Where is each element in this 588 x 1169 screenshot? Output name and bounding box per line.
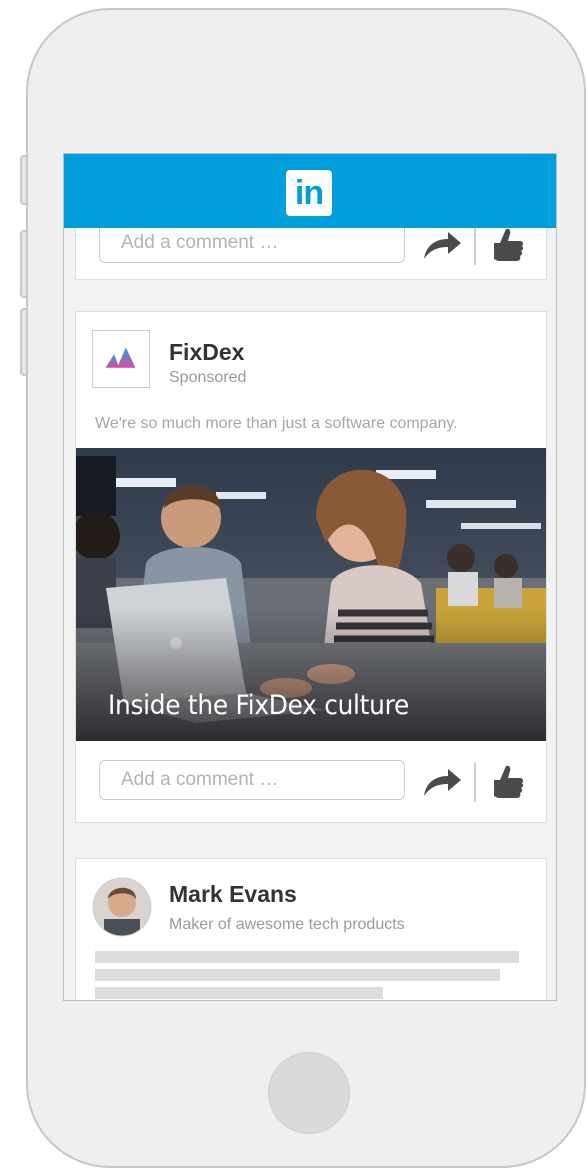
app-header: in bbox=[64, 154, 556, 228]
fixdex-logo-icon bbox=[105, 347, 136, 368]
post-author-name[interactable]: FixDex bbox=[169, 339, 244, 366]
home-button[interactable] bbox=[268, 1052, 350, 1134]
share-icon[interactable] bbox=[422, 766, 462, 798]
placeholder-text-line bbox=[95, 969, 500, 981]
action-divider bbox=[474, 225, 476, 265]
post-subtitle: Maker of awesome tech products bbox=[169, 916, 405, 933]
placeholder-text-line bbox=[95, 987, 383, 999]
avatar[interactable] bbox=[92, 877, 152, 937]
comment-row: Add a comment … bbox=[76, 756, 546, 806]
placeholder-text-line bbox=[95, 951, 519, 963]
like-icon[interactable] bbox=[486, 762, 526, 802]
post-subtitle: Sponsored bbox=[169, 369, 247, 386]
post-text: We're so much more than just a software … bbox=[95, 415, 458, 432]
like-icon[interactable] bbox=[486, 225, 526, 265]
comment-input[interactable]: Add a comment … bbox=[99, 760, 405, 800]
feed-card-sponsored: FixDex Sponsored We're so much more than… bbox=[75, 311, 547, 823]
linkedin-logo-icon[interactable]: in bbox=[286, 170, 332, 216]
feed-card-person: Mark Evans Maker of awesome tech product… bbox=[75, 858, 547, 1000]
comment-input[interactable]: Add a comment … bbox=[99, 223, 405, 263]
post-author-name[interactable]: Mark Evans bbox=[169, 881, 297, 908]
post-image[interactable]: Inside the FixDex culture bbox=[76, 448, 546, 741]
share-icon[interactable] bbox=[422, 229, 462, 261]
image-caption: Inside the FixDex culture bbox=[108, 690, 410, 721]
fixdex-avatar[interactable] bbox=[92, 330, 150, 388]
app-screen: in Add a comment … FixDex Sponsored We'r… bbox=[63, 153, 557, 1001]
action-divider bbox=[474, 762, 476, 802]
